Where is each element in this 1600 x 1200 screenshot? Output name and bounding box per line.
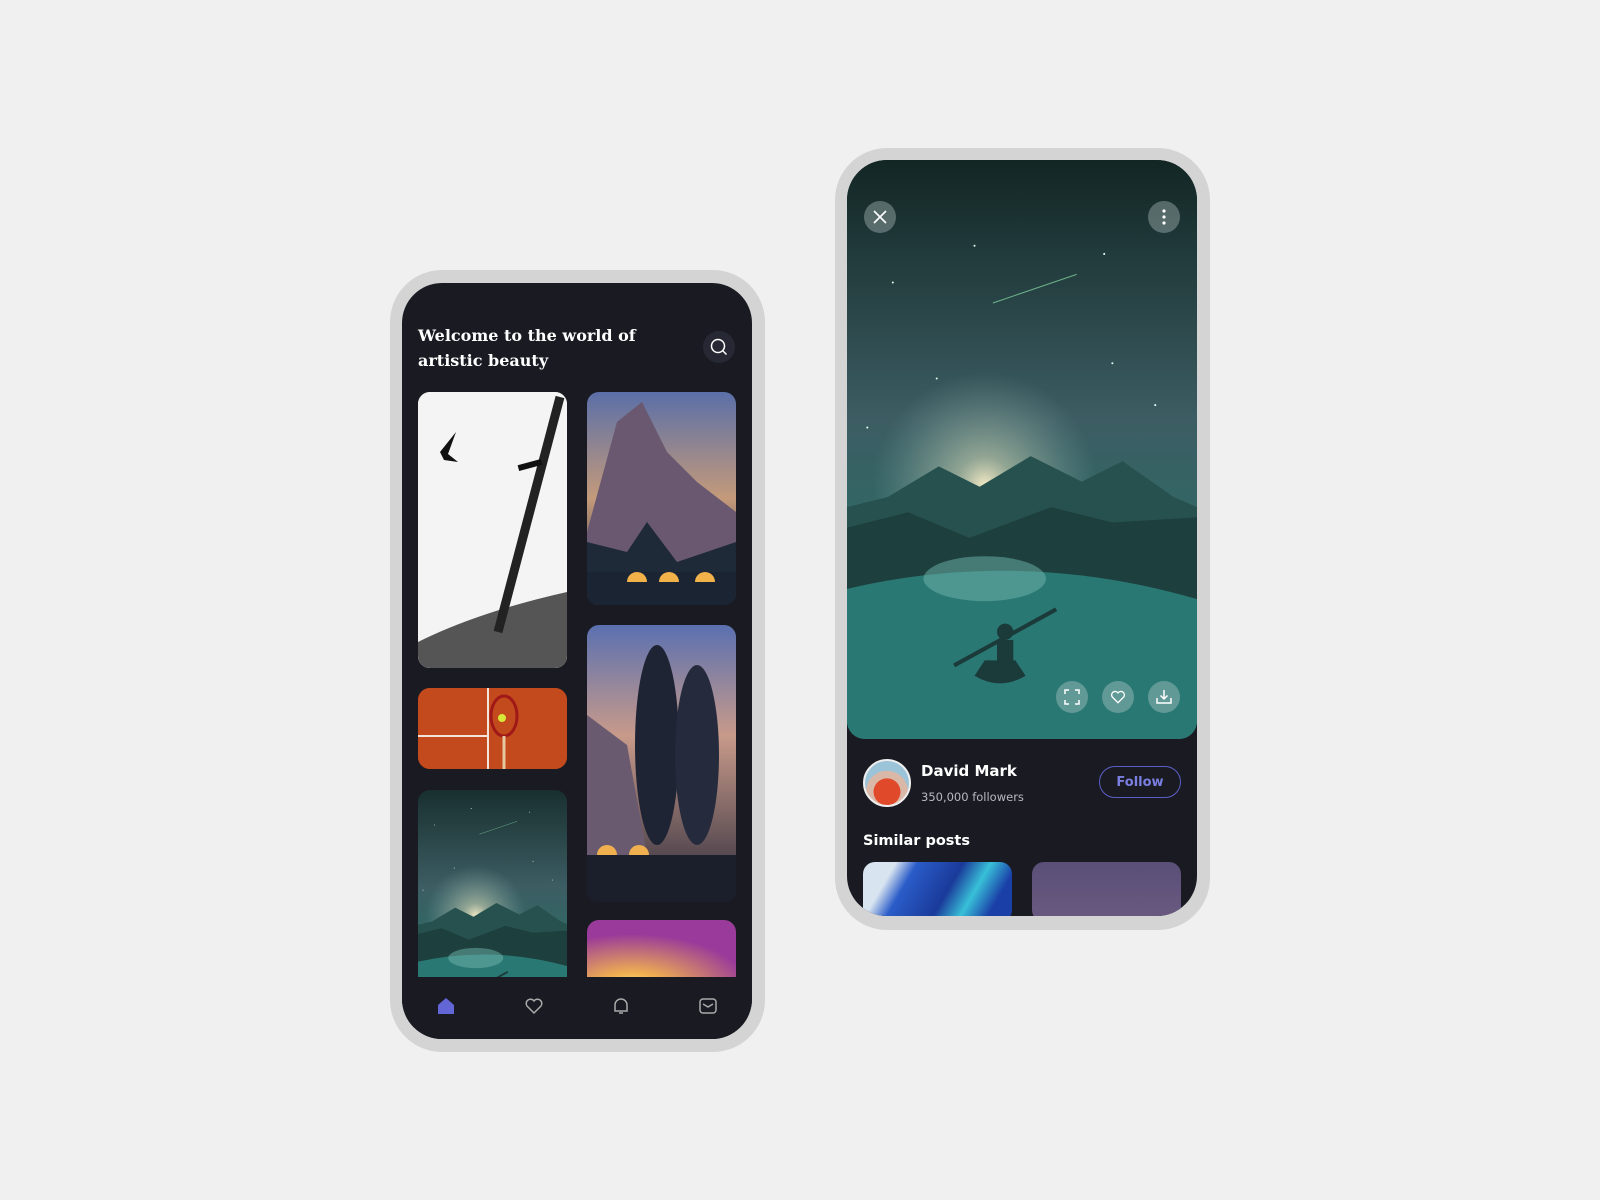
fullscreen-button[interactable] <box>1056 681 1088 713</box>
avatar[interactable] <box>863 759 911 807</box>
nav-home[interactable] <box>435 995 457 1017</box>
katana-image <box>418 392 567 668</box>
mail-icon <box>699 998 717 1014</box>
kayak-thumbnail <box>418 790 567 990</box>
heart-icon <box>525 998 543 1015</box>
gallery-card-mountain-camp[interactable] <box>587 392 736 605</box>
nav-notifications[interactable] <box>610 995 632 1017</box>
bottom-nav <box>402 977 752 1039</box>
home-screen: Welcome to the world of artistic beauty <box>402 283 752 1039</box>
download-icon <box>1156 690 1172 704</box>
bell-icon <box>614 998 628 1014</box>
author-name[interactable]: David Mark <box>921 762 1017 780</box>
mountain-camp-image <box>587 392 736 605</box>
home-icon <box>438 998 454 1014</box>
gallery-card-kayak[interactable] <box>418 790 567 990</box>
gallery-card-katana[interactable] <box>418 392 567 668</box>
trees-image <box>587 625 736 902</box>
nav-messages[interactable] <box>697 995 719 1017</box>
close-button[interactable] <box>864 201 896 233</box>
similar-post-thumbnail[interactable] <box>1032 862 1181 916</box>
close-icon <box>873 210 887 224</box>
follow-button[interactable]: Follow <box>1099 766 1181 798</box>
fullscreen-icon <box>1064 689 1080 705</box>
similar-posts-title: Similar posts <box>863 833 970 849</box>
gallery-card-trees[interactable] <box>587 625 736 902</box>
author-followers: 350,000 followers <box>921 790 1024 804</box>
search-icon <box>710 338 728 356</box>
kayak-artwork <box>847 160 1197 739</box>
more-vertical-icon <box>1162 209 1166 225</box>
search-button[interactable] <box>703 331 735 363</box>
download-button[interactable] <box>1148 681 1180 713</box>
more-button[interactable] <box>1148 201 1180 233</box>
page-title: Welcome to the world of artistic beauty <box>418 326 636 370</box>
detail-screen: David Mark 350,000 followers Follow Simi… <box>847 160 1197 916</box>
gallery-card-tennis[interactable] <box>418 688 567 769</box>
like-button[interactable] <box>1102 681 1134 713</box>
nav-favorites[interactable] <box>523 995 545 1017</box>
hero-image <box>847 160 1197 739</box>
tennis-image <box>418 688 567 769</box>
heart-icon <box>1111 690 1125 704</box>
similar-post-thumbnail[interactable] <box>863 862 1012 916</box>
